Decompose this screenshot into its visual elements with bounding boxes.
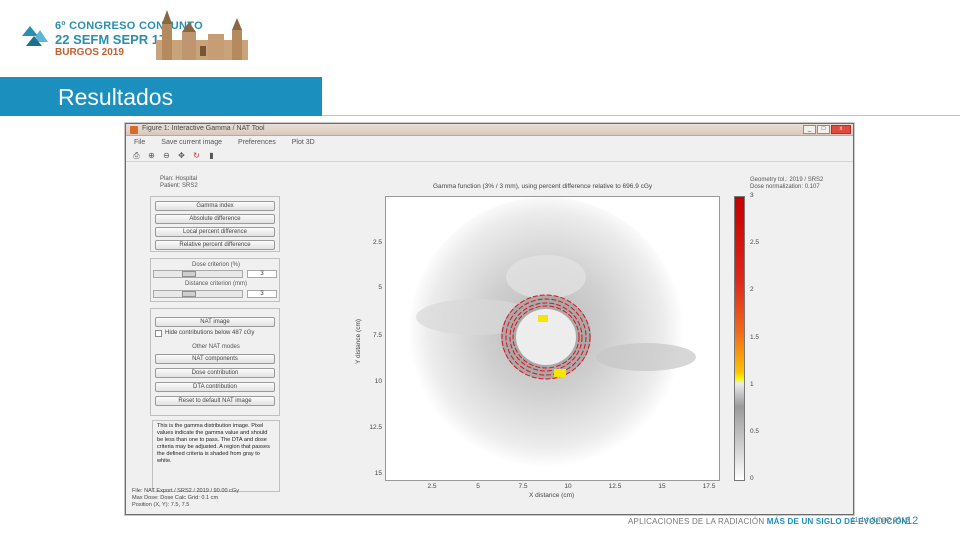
x-tick: 10: [564, 483, 572, 490]
y-tick: 10: [374, 378, 382, 385]
slider-thumb[interactable]: [182, 291, 196, 297]
dose-criterion-slider[interactable]: [153, 270, 243, 278]
figure-title: Gamma function (3% / 3 mm), using percen…: [433, 183, 653, 190]
colorbar-tick: 0: [750, 475, 754, 482]
congress-logo: 6º CONGRESO CONJUNTO 22 SEFM SEPR 17 BUR…: [22, 10, 252, 62]
status-info: File: NAT Export / SRS2 / 2019 / 90.00 c…: [132, 488, 239, 509]
x-tick: 2.5: [427, 483, 437, 490]
status-line-position: Position (X, Y): 7.5, 7.5: [132, 502, 190, 508]
plan-info: Plan: Hospital Patient: SRS2: [160, 176, 198, 190]
dose-criterion-input[interactable]: 3: [247, 270, 277, 278]
colorbar-tick: 0.5: [750, 428, 760, 435]
mode-description: This is the gamma distribution image. Pi…: [152, 420, 280, 492]
gamma-colorbar: [734, 196, 745, 481]
hide-contributions-checkbox[interactable]: [155, 330, 162, 337]
menu-preferences[interactable]: Preferences: [238, 139, 276, 146]
logo-line-2: 22 SEFM SEPR 17: [55, 32, 167, 47]
window-controls: _ □ x: [803, 125, 851, 134]
footer-tagline-part1: APLICACIONES DE LA RADIACIÓN: [628, 517, 765, 526]
gamma-index-button[interactable]: Gamma index: [155, 201, 275, 211]
dose-contribution-button[interactable]: Dose contribution: [155, 368, 275, 378]
page-number: 12: [906, 515, 919, 527]
app-icon: [130, 126, 138, 134]
congress-logo-mark-icon: [22, 26, 48, 46]
y-tick: 7.5: [372, 332, 382, 339]
rotate-icon[interactable]: ↻: [192, 151, 201, 160]
colorbar-tick: 1.5: [750, 334, 760, 341]
distance-criterion-input[interactable]: 3: [247, 290, 277, 298]
toolbar: ⎙ ⊕ ⊖ ✥ ↻ ▮: [126, 150, 853, 162]
gamma-map-plot[interactable]: [385, 196, 720, 481]
plan-name: Plan: Hospital: [160, 176, 198, 182]
dta-contribution-button[interactable]: DTA contribution: [155, 382, 275, 392]
criteria-panel: Dose criterion (%) 3 Distance criterion …: [150, 258, 280, 302]
local-percent-difference-button[interactable]: Local percent difference: [155, 227, 275, 237]
y-tick: 15: [374, 470, 382, 477]
y-tick: 5: [378, 284, 382, 291]
zoom-in-icon[interactable]: ⊕: [147, 151, 156, 160]
slide-title: Resultados: [58, 84, 174, 110]
cathedral-illustration-icon: [156, 10, 248, 60]
window-title: Figure 1: Interactive Gamma / NAT Tool: [142, 125, 265, 132]
nat-panel: NAT image Hide contributions below 487 c…: [150, 308, 280, 416]
zoom-out-icon[interactable]: ⊖: [162, 151, 171, 160]
colorbar-tick: 3: [750, 192, 754, 199]
print-icon[interactable]: ⎙: [132, 151, 141, 160]
footer-date: 11-14 JUNIO 2019: [851, 517, 909, 524]
minimize-button[interactable]: _: [803, 125, 816, 134]
x-tick: 5: [476, 483, 480, 490]
figure-right-info: Geometry tol.: 2019 / SRS2 Dose normaliz…: [750, 177, 823, 191]
y-axis-label: Y distance (cm): [355, 318, 362, 364]
nat-image-button[interactable]: NAT image: [155, 317, 275, 327]
x-tick: 15: [658, 483, 666, 490]
colorbar-tick: 2.5: [750, 239, 760, 246]
y-tick: 12.5: [369, 424, 382, 431]
geometry-tolerance: Geometry tol.: 2019 / SRS2: [750, 177, 824, 183]
gamma-tool-window: Figure 1: Interactive Gamma / NAT Tool _…: [125, 123, 854, 515]
gamma-map-image: [408, 197, 696, 473]
maximize-button[interactable]: □: [817, 125, 830, 134]
menu-bar: File Save current image Preferences Plot…: [126, 137, 853, 148]
y-tick: 2.5: [372, 239, 382, 246]
window-titlebar[interactable]: Figure 1: Interactive Gamma / NAT Tool _…: [126, 124, 853, 136]
relative-percent-difference-button[interactable]: Relative percent difference: [155, 240, 275, 250]
x-tick: 7.5: [518, 483, 528, 490]
distance-criterion-label: Distance criterion (mm): [184, 281, 247, 287]
slider-thumb[interactable]: [182, 271, 196, 277]
dose-normalization: Dose normalization: 0.107: [750, 184, 820, 190]
hide-contributions-label: Hide contributions below 487 cGy: [165, 330, 255, 336]
status-line-file: File: NAT Export / SRS2 / 2019 / 90.00 c…: [132, 488, 240, 494]
pan-icon[interactable]: ✥: [177, 151, 186, 160]
patient-name: Patient: SRS2: [160, 183, 198, 189]
nat-components-button[interactable]: NAT components: [155, 354, 275, 364]
status-line-dose: Max Dose: Dose Calc Grid: 0.1 cm: [132, 495, 219, 501]
header-divider: [322, 115, 960, 116]
x-axis-label: X distance (cm): [529, 492, 575, 499]
menu-file[interactable]: File: [134, 139, 145, 146]
x-tick: 17.5: [702, 483, 716, 490]
logo-line-3: BURGOS 2019: [55, 47, 124, 58]
dose-criterion-label: Dose criterion (%): [191, 262, 240, 268]
reset-nat-image-button[interactable]: Reset to default NAT image: [155, 396, 275, 406]
section-title-banner: Resultados: [0, 77, 322, 116]
other-nat-modes-label: Other NAT modes: [192, 344, 240, 350]
distance-criterion-slider[interactable]: [153, 290, 243, 298]
menu-save-current-image[interactable]: Save current image: [161, 139, 222, 146]
absolute-difference-button[interactable]: Absolute difference: [155, 214, 275, 224]
colorbar-tick: 1: [750, 381, 754, 388]
close-button[interactable]: x: [831, 125, 851, 134]
menu-plot-3d[interactable]: Plot 3D: [292, 139, 315, 146]
colorbar-icon[interactable]: ▮: [207, 151, 216, 160]
display-mode-panel: Gamma index Absolute difference Local pe…: [150, 196, 280, 252]
colorbar-tick: 2: [750, 286, 754, 293]
x-tick: 12.5: [608, 483, 622, 490]
